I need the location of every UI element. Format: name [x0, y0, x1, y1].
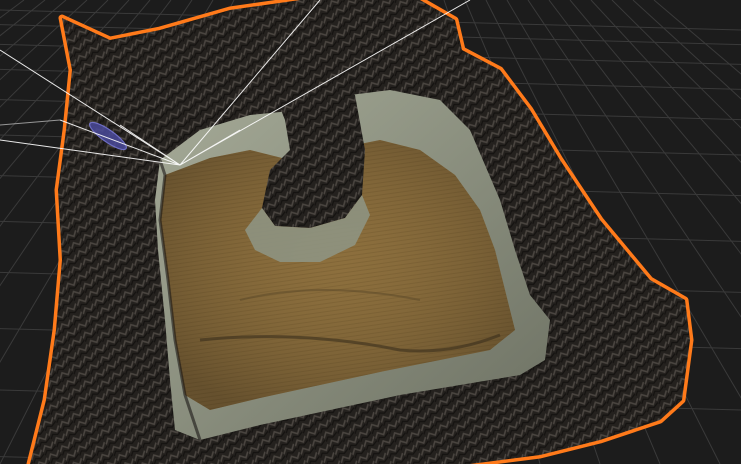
viewport-canvas[interactable] — [0, 0, 741, 464]
scene-viewport[interactable] — [0, 0, 741, 464]
terrain-mesh[interactable] — [26, 0, 694, 464]
